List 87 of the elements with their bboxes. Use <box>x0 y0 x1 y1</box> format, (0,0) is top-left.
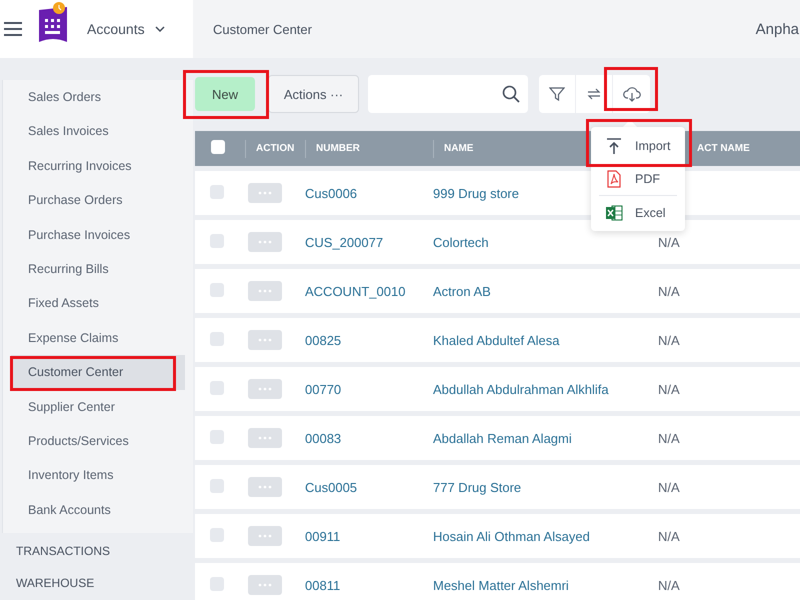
customer-name-link[interactable]: Abdullah Abdulrahman Alkhlifa <box>433 382 609 396</box>
swap-arrows-icon <box>586 86 602 102</box>
customer-number-link[interactable]: 00770 <box>305 382 342 396</box>
row-action-button[interactable] <box>248 281 282 301</box>
table-cell: N/A <box>658 578 680 592</box>
customer-name-link[interactable]: Khaled Abdultef Alesa <box>433 332 560 348</box>
row-checkbox[interactable] <box>210 380 224 394</box>
more-dots-icon <box>258 436 272 440</box>
actions-button[interactable]: Actions ··· <box>268 75 359 113</box>
page-title: Customer Center <box>213 22 312 36</box>
sidebar-item[interactable]: Purchase Orders <box>11 183 185 218</box>
sidebar-item[interactable]: Bank Accounts <box>11 492 185 528</box>
row-action-button[interactable] <box>248 428 282 448</box>
new-button[interactable]: New <box>195 77 255 111</box>
sidebar-item[interactable]: Sales Invoices <box>11 114 185 149</box>
sidebar-item[interactable]: Inventory Items <box>11 458 185 493</box>
row-action-button[interactable] <box>248 575 282 595</box>
row-checkbox[interactable] <box>210 282 224 296</box>
pdf-file-icon <box>605 170 623 188</box>
customer-number-link[interactable]: ACCOUNT_0010 <box>305 284 406 298</box>
company-name: Anpha <box>756 20 799 38</box>
customer-name-link[interactable]: Hosain Ali Othman Alsayed <box>433 528 590 544</box>
sidebar-item[interactable]: Recurring Invoices <box>11 148 185 184</box>
customer-number-link[interactable]: 00825 <box>305 332 342 348</box>
customer-number-link[interactable]: Cus0006 <box>305 186 358 200</box>
chevron-down-icon <box>154 26 165 32</box>
more-dots-icon <box>258 289 272 293</box>
customer-name-link[interactable]: 999 Drug store <box>433 186 519 200</box>
row-action-button[interactable] <box>248 379 282 399</box>
sidebar-item[interactable]: Recurring Bills <box>11 252 185 286</box>
customer-number-link[interactable]: CUS_200077 <box>305 234 384 250</box>
select-all-checkbox[interactable] <box>211 140 225 154</box>
row-checkbox[interactable] <box>210 184 224 198</box>
sidebar-item[interactable]: Supplier Center <box>11 390 185 424</box>
more-dots-icon <box>258 387 272 391</box>
sidebar-item[interactable]: Products/Services <box>11 424 185 458</box>
table-cell: N/A <box>658 332 680 348</box>
row-checkbox[interactable] <box>210 332 224 346</box>
table-cell: N/A <box>658 480 680 494</box>
module-dropdown[interactable]: Accounts <box>87 21 165 37</box>
table-cell: N/A <box>658 234 680 250</box>
table-cell: N/A <box>658 528 680 544</box>
spreadsheet-icon <box>605 204 623 222</box>
row-action-button[interactable] <box>248 232 282 252</box>
row-checkbox[interactable] <box>210 576 224 590</box>
row-checkbox[interactable] <box>210 478 224 492</box>
customer-number-link[interactable]: Cus0005 <box>305 480 358 494</box>
row-action-button[interactable] <box>248 477 282 497</box>
row-checkbox[interactable] <box>210 234 224 248</box>
search-icon <box>502 85 520 103</box>
sidebar-section[interactable]: TRANSACTIONS <box>0 533 193 570</box>
customer-name-link[interactable]: Actron AB <box>433 284 491 298</box>
row-action-button[interactable] <box>248 330 282 350</box>
more-dots-icon <box>258 338 272 342</box>
sidebar-item[interactable]: Fixed Assets <box>11 286 185 321</box>
menu-icon[interactable] <box>4 21 22 37</box>
row-checkbox[interactable] <box>210 528 224 542</box>
funnel-icon <box>549 86 565 102</box>
customer-name-link[interactable]: Meshel Matter Alshemri <box>433 578 569 592</box>
more-dots-icon <box>258 583 272 587</box>
sidebar-item[interactable]: Expense Claims <box>11 320 185 356</box>
menu-item[interactable]: PDF <box>591 162 685 195</box>
sidebar-section[interactable]: WAREHOUSE <box>0 569 193 598</box>
more-dots-icon <box>258 534 272 538</box>
search-field[interactable] <box>368 75 528 113</box>
table-cell: N/A <box>658 382 680 396</box>
menu-item[interactable]: Excel <box>591 196 685 229</box>
more-dots-icon <box>258 485 272 489</box>
more-dots-icon <box>258 240 272 244</box>
sidebar-item[interactable]: Sales Orders <box>11 80 185 114</box>
customer-name-link[interactable]: Abdallah Reman Alagmi <box>433 430 572 446</box>
sidebar-item[interactable]: Purchase Invoices <box>11 218 185 252</box>
customer-name-link[interactable]: 777 Drug Store <box>433 480 522 494</box>
customer-number-link[interactable]: 00811 <box>305 578 340 592</box>
column-header: NUMBER <box>305 140 433 158</box>
cloud-download-icon <box>622 86 640 102</box>
upload-icon <box>605 136 623 154</box>
customer-number-link[interactable]: 00083 <box>305 430 342 446</box>
row-action-button[interactable] <box>248 526 282 546</box>
more-dots-icon <box>258 191 272 195</box>
row-action-button[interactable] <box>248 183 282 203</box>
row-checkbox[interactable] <box>210 430 224 444</box>
customer-number-link[interactable]: 00911 <box>305 528 340 544</box>
column-header: ACTION <box>245 140 305 158</box>
customer-name-link[interactable]: Colortech <box>433 234 489 250</box>
table-cell: N/A <box>658 430 680 446</box>
table-cell: N/A <box>658 284 680 298</box>
